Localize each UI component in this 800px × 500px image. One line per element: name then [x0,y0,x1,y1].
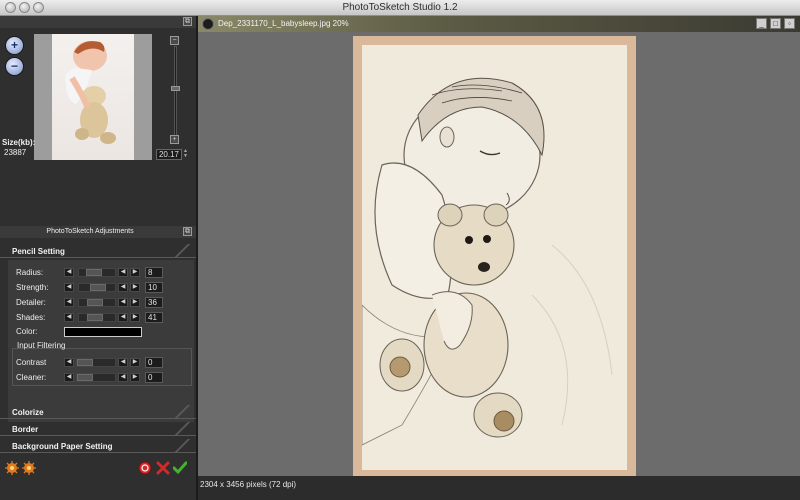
zoom-slider-plus-button[interactable]: + [170,135,179,144]
contrast-slider-thumb[interactable] [77,359,93,366]
preview-header: ⧉ [0,16,196,28]
apply-checkmark-icon[interactable] [173,461,187,475]
shades-label: Shades: [16,313,46,322]
document-thumbnail-icon [202,18,214,30]
detailer-increase-button[interactable]: ▶ [130,298,140,307]
zoom-out-button[interactable]: − [5,57,24,76]
shades-increase-button[interactable]: ▶ [130,313,140,322]
zoom-in-button[interactable]: + [5,36,24,55]
shades-decrease-button[interactable]: ◀ [64,313,74,322]
strength-value-field[interactable]: 10 [145,282,163,293]
strength-slider-thumb[interactable] [90,284,106,291]
detach-adjustments-button[interactable]: ⧉ [183,227,192,236]
cleaner-value-field[interactable]: 0 [145,372,163,383]
contrast-slider[interactable] [76,358,116,367]
cleaner-increase-button[interactable]: ▶ [130,373,140,382]
pencil-color-swatch[interactable] [64,327,142,337]
adjustments-header: PhotoToSketch Adjustments ⧉ [0,226,196,238]
cancel-icon[interactable] [156,461,170,475]
section-colorize[interactable]: Colorize [0,405,196,419]
contrast-value-field[interactable]: 0 [145,357,163,368]
preview-thumbnail-frame [34,34,152,160]
radius-decrease-button[interactable]: ◀ [64,268,74,277]
save-file-icon[interactable] [22,461,36,475]
zoom-value-field[interactable]: 20.17 [156,149,182,160]
size-value: 23887 [4,148,27,157]
shades-left-arrow-button[interactable]: ◀ [118,313,128,322]
document-tab-title: Dep_2331170_L_babysleep.jpg 20% [218,19,349,28]
radius-slider[interactable] [78,268,116,277]
paper-border [353,36,636,478]
contrast-left-arrow-button[interactable]: ◀ [118,358,128,367]
size-label: Size(kb): [2,138,36,147]
input-filtering-label: Input Filtering [17,341,66,350]
open-file-icon[interactable] [5,461,19,475]
title-bar: PhotoToSketch Studio 1.2 [0,0,800,16]
cleaner-left-arrow-button[interactable]: ◀ [118,373,128,382]
shades-slider-thumb[interactable] [87,314,103,321]
image-dimensions-status: 2304 x 3456 pixels (72 dpi) [200,480,297,489]
image-canvas[interactable] [198,32,800,478]
sketch-image [362,45,627,470]
doc-close-button[interactable]: ◦ [784,18,795,29]
zoom-stepper[interactable]: ▲ ▼ [183,149,190,160]
app-title: PhotoToSketch Studio 1.2 [342,2,458,13]
status-bar: 2304 x 3456 pixels (72 dpi) [198,476,800,500]
cleaner-slider[interactable] [76,373,116,382]
radius-left-arrow-button[interactable]: ◀ [118,268,128,277]
section-pencil-setting[interactable]: Pencil Setting [0,244,196,258]
strength-label: Strength: [16,283,49,292]
detailer-slider-thumb[interactable] [87,299,103,306]
detailer-left-arrow-button[interactable]: ◀ [118,298,128,307]
radius-slider-thumb[interactable] [86,269,102,276]
section-border-label: Border [12,425,39,434]
section-colorize-label: Colorize [12,408,44,417]
section-background-paper[interactable]: Background Paper Setting [0,439,196,453]
contrast-increase-button[interactable]: ▶ [130,358,140,367]
doc-minimize-button[interactable]: _ [756,18,767,29]
doc-maximize-button[interactable]: □ [770,18,781,29]
section-background-paper-label: Background Paper Setting [12,442,113,451]
strength-left-arrow-button[interactable]: ◀ [118,283,128,292]
cleaner-label: Cleaner: [16,373,47,382]
contrast-decrease-button[interactable]: ◀ [64,358,74,367]
strength-decrease-button[interactable]: ◀ [64,283,74,292]
stop-icon[interactable] [138,461,152,475]
adjustments-title: PhotoToSketch Adjustments [46,228,134,235]
cleaner-slider-thumb[interactable] [77,374,93,381]
radius-increase-button[interactable]: ▶ [130,268,140,277]
radius-value-field[interactable]: 8 [145,267,163,278]
contrast-label: Contrast [16,358,47,367]
document-tab[interactable]: Dep_2331170_L_babysleep.jpg 20% [198,16,800,32]
cleaner-decrease-button[interactable]: ◀ [64,373,74,382]
zoom-slider-minus-button[interactable]: − [170,36,179,45]
detailer-slider[interactable] [78,298,116,307]
shades-slider[interactable] [78,313,116,322]
section-pencil-setting-label: Pencil Setting [12,247,65,256]
detailer-value-field[interactable]: 36 [145,297,163,308]
detach-preview-button[interactable]: ⧉ [183,17,192,26]
detailer-decrease-button[interactable]: ◀ [64,298,74,307]
strength-increase-button[interactable]: ▶ [130,283,140,292]
zoom-slider-thumb[interactable] [171,86,180,91]
shades-value-field[interactable]: 41 [145,312,163,323]
strength-slider[interactable] [78,283,116,292]
color-label: Color: [16,327,38,336]
zoom-slider-track[interactable] [174,46,177,141]
radius-label: Radius: [16,268,44,277]
section-border[interactable]: Border [0,422,196,436]
detailer-label: Detailer: [16,298,46,307]
preview-thumbnail[interactable] [52,34,134,160]
